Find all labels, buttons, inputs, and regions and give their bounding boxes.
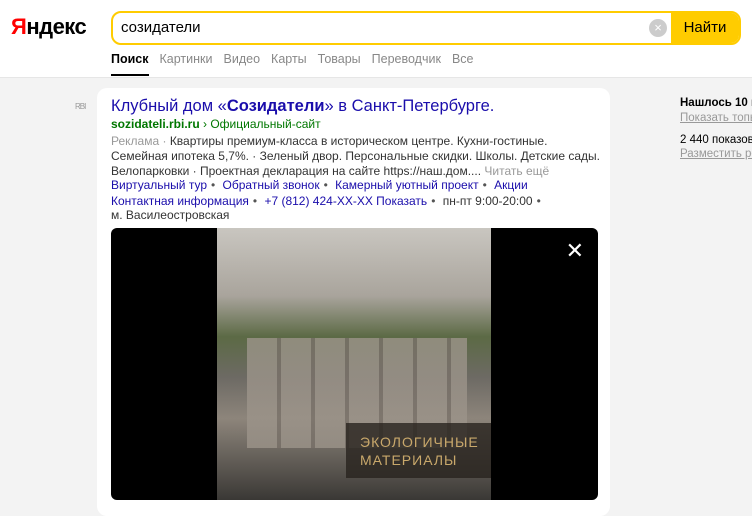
yandex-logo[interactable]: Яндекс (11, 14, 87, 40)
sitelink[interactable]: Акции (494, 178, 528, 192)
result-description: Реклама · Квартиры премиум-класса в исто… (111, 134, 600, 178)
tab-images[interactable]: Картинки (160, 52, 213, 76)
header: Яндекс × Найти Поиск Картинки Видео Карт… (0, 0, 752, 78)
tab-video[interactable]: Видео (224, 52, 261, 76)
impressions: 2 440 показов (680, 134, 752, 146)
result-title-link[interactable]: Клубный дом «Созидатели» в Санкт-Петербу… (111, 97, 494, 116)
video-preview[interactable]: ЭКОЛОГИЧНЫЕ МАТЕРИАЛЫ ✕ (111, 228, 598, 500)
metro: м. Василеостровская (111, 208, 230, 222)
result-url[interactable]: sozidateli.rbi.ru › Официальный-сайт (111, 117, 321, 131)
results-count: Нашлось 10 м (680, 97, 752, 109)
search-tabs: Поиск Картинки Видео Карты Товары Перево… (111, 52, 473, 76)
show-top-link[interactable]: Показать топы (680, 112, 752, 124)
media-caption: ЭКОЛОГИЧНЫЕ МАТЕРИАЛЫ (346, 423, 491, 478)
search-box: × Найти (111, 11, 741, 45)
phone-link[interactable]: +7 (812) 424-XX-XX Показать (264, 194, 427, 208)
sitelink[interactable]: Виртуальный тур (111, 178, 207, 192)
read-more-link[interactable]: Читать ещё (484, 164, 549, 178)
site-favicon-icon: RBI (75, 102, 86, 111)
contacts-line: Контактная информация • +7 (812) 424-XX-X… (111, 194, 541, 208)
sitelinks: Виртуальный тур • Обратный звонок • Камерн… (111, 178, 528, 192)
search-button[interactable]: Найти (671, 13, 739, 43)
hours: пн-пт 9:00-20:00 (442, 194, 533, 208)
tab-products[interactable]: Товары (318, 52, 361, 76)
tab-translate[interactable]: Переводчик (372, 52, 441, 76)
place-ad-link[interactable]: Разместить ре (680, 148, 752, 160)
search-input[interactable] (121, 19, 641, 36)
tab-all[interactable]: Все (452, 52, 474, 76)
contacts-link[interactable]: Контактная информация (111, 194, 249, 208)
tab-maps[interactable]: Карты (271, 52, 307, 76)
sitelink[interactable]: Камерный уютный проект (335, 178, 478, 192)
close-icon[interactable]: ✕ (566, 238, 584, 264)
sitelink[interactable]: Обратный звонок (223, 178, 320, 192)
tab-search[interactable]: Поиск (111, 52, 149, 76)
clear-icon[interactable]: × (649, 19, 667, 37)
